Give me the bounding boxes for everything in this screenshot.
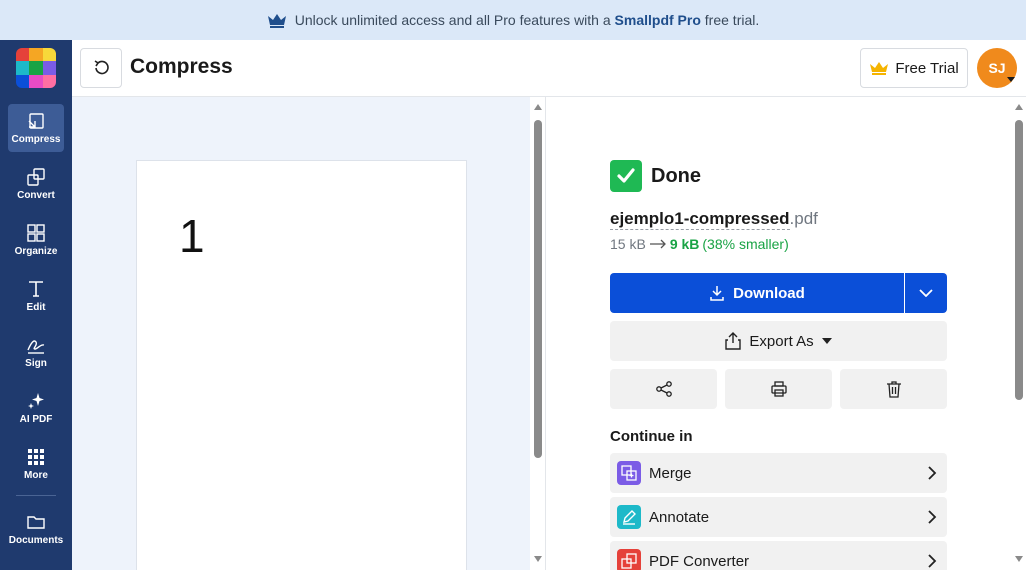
export-as-button[interactable]: Export As bbox=[610, 321, 947, 361]
sidebar-item-compress[interactable]: Compress bbox=[8, 104, 64, 152]
status-label: Done bbox=[651, 164, 701, 187]
sidebar-item-label: Sign bbox=[25, 358, 47, 369]
sidebar-item-label: Compress bbox=[11, 134, 61, 145]
continue-annotate[interactable]: Annotate bbox=[610, 497, 947, 537]
app-logo[interactable] bbox=[16, 48, 56, 88]
arrow-right-icon bbox=[649, 239, 666, 249]
converter-icon bbox=[617, 549, 641, 570]
crown-icon bbox=[870, 62, 889, 75]
size-summary: 15 kB 9 kB (38% smaller) bbox=[610, 236, 789, 252]
pencil-icon bbox=[617, 505, 641, 529]
free-trial-button[interactable]: Free Trial bbox=[860, 48, 968, 88]
sparkle-icon bbox=[28, 393, 44, 409]
filename-base[interactable]: ejemplo1-compressed bbox=[610, 209, 790, 230]
pdf-page-thumbnail[interactable]: 1 bbox=[136, 160, 467, 570]
grid-icon bbox=[28, 449, 44, 465]
page-content-number: 1 bbox=[179, 210, 205, 262]
result-panel: Done ejemplo1-compressed.pdf 15 kB 9 kB … bbox=[546, 97, 1012, 570]
download-icon bbox=[710, 286, 724, 301]
delete-button[interactable] bbox=[840, 369, 947, 409]
scroll-thumb[interactable] bbox=[534, 120, 542, 458]
sidebar-item-label: Convert bbox=[17, 190, 55, 201]
page-title: Compress bbox=[130, 55, 233, 78]
print-button[interactable] bbox=[725, 369, 832, 409]
sidebar-item-label: Documents bbox=[8, 535, 64, 546]
original-size: 15 kB bbox=[610, 236, 646, 252]
sign-icon bbox=[27, 340, 45, 354]
top-bar: Compress Free Trial SJ bbox=[72, 40, 1026, 97]
sidebar-item-ai-pdf[interactable]: AI PDF bbox=[8, 384, 64, 432]
new-size: 9 kB bbox=[669, 236, 700, 252]
sidebar-item-organize[interactable]: Organize bbox=[8, 216, 64, 264]
download-button[interactable]: Download bbox=[610, 273, 904, 313]
chevron-down-icon bbox=[919, 289, 933, 297]
scroll-down-icon[interactable] bbox=[1015, 556, 1023, 562]
tool-label: PDF Converter bbox=[649, 552, 750, 570]
download-group: Download bbox=[610, 273, 947, 313]
chevron-right-icon bbox=[928, 510, 937, 524]
status-row: Done bbox=[610, 160, 701, 192]
folder-icon bbox=[27, 516, 45, 529]
sidebar-item-convert[interactable]: Convert bbox=[8, 160, 64, 208]
banner-brand[interactable]: Smallpdf Pro bbox=[615, 12, 701, 28]
pdf-preview: 1 bbox=[72, 97, 530, 570]
share-export-icon bbox=[725, 332, 742, 350]
trash-icon bbox=[886, 381, 901, 398]
avatar[interactable]: SJ bbox=[977, 48, 1017, 88]
export-as-label: Export As bbox=[749, 332, 814, 350]
reset-button[interactable] bbox=[80, 48, 122, 88]
free-trial-label: Free Trial bbox=[895, 59, 959, 77]
scroll-up-icon[interactable] bbox=[534, 104, 542, 110]
sidebar-item-label: Organize bbox=[14, 246, 58, 257]
merge-icon bbox=[617, 461, 641, 485]
share-button[interactable] bbox=[610, 369, 717, 409]
sidebar-item-edit[interactable]: Edit bbox=[8, 272, 64, 320]
continue-merge[interactable]: Merge bbox=[610, 453, 947, 493]
download-options-button[interactable] bbox=[905, 273, 947, 313]
sidebar-divider bbox=[16, 495, 56, 496]
download-label: Download bbox=[733, 284, 805, 302]
sidebar-item-sign[interactable]: Sign bbox=[8, 328, 64, 376]
sidebar-item-label: AI PDF bbox=[19, 414, 53, 425]
promo-banner[interactable]: Unlock unlimited access and all Pro feat… bbox=[0, 0, 1026, 40]
sidebar-item-label: Edit bbox=[26, 302, 46, 313]
filename-extension: .pdf bbox=[789, 209, 818, 228]
tool-label: Merge bbox=[649, 464, 692, 482]
banner-text: Unlock unlimited access and all Pro feat… bbox=[294, 12, 760, 28]
printer-icon bbox=[770, 381, 787, 397]
chevron-down-icon[interactable] bbox=[1007, 77, 1015, 82]
sidebar: Compress Convert Organize Edit Sign AI P… bbox=[0, 40, 72, 570]
chevron-right-icon bbox=[928, 466, 937, 480]
preview-scrollbar[interactable] bbox=[531, 97, 545, 570]
output-filename[interactable]: ejemplo1-compressed.pdf bbox=[610, 209, 818, 230]
caret-down-icon bbox=[821, 338, 832, 344]
convert-icon bbox=[27, 168, 45, 186]
edit-icon bbox=[29, 281, 43, 297]
scroll-thumb[interactable] bbox=[1015, 120, 1023, 400]
compress-icon bbox=[28, 113, 44, 129]
share-icon bbox=[655, 381, 672, 397]
scroll-down-icon[interactable] bbox=[534, 556, 542, 562]
sidebar-item-label: More bbox=[24, 470, 48, 481]
panel-scrollbar[interactable] bbox=[1012, 97, 1026, 570]
chevron-right-icon bbox=[928, 554, 937, 568]
reduction-percent: (38% smaller) bbox=[702, 236, 789, 252]
continue-in-heading: Continue in bbox=[610, 428, 693, 445]
sidebar-item-more[interactable]: More bbox=[8, 440, 64, 488]
continue-pdf-converter[interactable]: PDF Converter bbox=[610, 541, 947, 570]
scroll-up-icon[interactable] bbox=[1015, 104, 1023, 110]
sidebar-item-documents[interactable]: Documents bbox=[7, 505, 65, 553]
check-icon bbox=[610, 160, 642, 192]
crown-icon bbox=[267, 12, 287, 28]
undo-icon bbox=[94, 60, 109, 75]
organize-icon bbox=[27, 224, 45, 242]
tool-label: Annotate bbox=[649, 508, 710, 526]
